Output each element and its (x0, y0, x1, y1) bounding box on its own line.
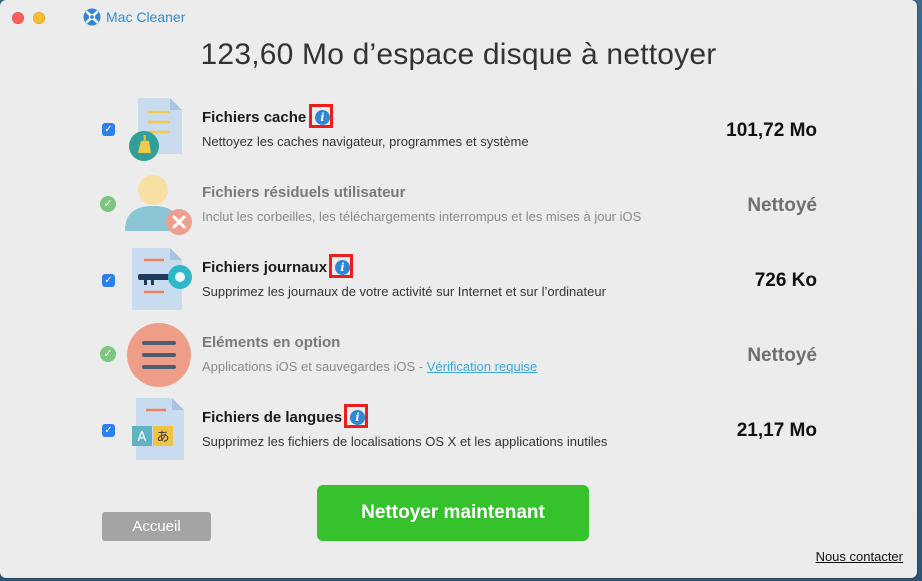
list-item-log-files: ✓ Fichiers journaux i Supprimez les jour… (0, 246, 917, 321)
app-title: Mac Cleaner (106, 9, 186, 25)
app-window: Mac Cleaner 123,60 Mo d’espace disque à … (0, 0, 917, 578)
close-window-button[interactable] (12, 12, 24, 24)
cleaned-check-icon: ✓ (100, 196, 116, 212)
svg-text:A: A (138, 430, 147, 445)
clean-now-button[interactable]: Nettoyer maintenant (317, 485, 589, 541)
row-status: Nettoyé (747, 195, 817, 216)
user-residual-icon (125, 175, 192, 235)
cleaned-check-icon: ✓ (100, 346, 116, 362)
row-title: Fichiers cache (202, 109, 307, 126)
home-button[interactable]: Accueil (102, 512, 211, 541)
svg-text:あ: あ (156, 430, 169, 445)
highlight-box: i (309, 104, 333, 128)
list-item-user-residual-files: ✓ Fichiers résiduels utilisateur Inclut … (0, 171, 917, 246)
row-description: Nettoyez les caches navigateur, programm… (202, 134, 529, 149)
cache-files-checkbox[interactable]: ✓ (102, 123, 115, 136)
verification-required-link[interactable]: Vérification requise (427, 359, 538, 374)
info-icon[interactable]: i (335, 260, 350, 275)
list-item-language-files: ✓ A あ Fichiers de langues i Supprimez le… (0, 396, 917, 471)
row-size: 21,17 Mo (736, 420, 817, 441)
mac-cleaner-logo-icon (83, 8, 101, 26)
log-files-checkbox[interactable]: ✓ (102, 274, 115, 287)
highlight-box: i (329, 254, 353, 278)
row-size: 101,72 Mo (726, 120, 817, 141)
row-description: Supprimez les fichiers de localisations … (202, 434, 608, 449)
row-description: Supprimez les journaux de votre activité… (202, 284, 606, 299)
optional-items-icon (127, 323, 191, 387)
list-item-optional-items: ✓ Eléments en option Applications iOS et… (0, 321, 917, 396)
minimize-window-button[interactable] (33, 12, 45, 24)
row-description: Inclut les corbeilles, les téléchargemen… (202, 209, 642, 224)
page-title: 123,60 Mo d’espace disque à nettoyer (200, 38, 717, 71)
info-icon[interactable]: i (350, 410, 365, 425)
contact-us-link[interactable]: Nous contacter (816, 549, 903, 564)
title-bar: Mac Cleaner (0, 0, 917, 34)
row-title: Fichiers de langues (202, 409, 343, 426)
list-item-cache-files: ✓ Fichiers cache i Nettoyez les caches n… (0, 96, 917, 171)
info-icon[interactable]: i (315, 110, 330, 125)
row-title: Fichiers résiduels utilisateur (202, 184, 406, 201)
row-description: Applications iOS et sauvegardes iOS - Vé… (202, 359, 537, 374)
log-files-icon (132, 248, 192, 310)
row-title: Eléments en option (202, 334, 341, 351)
language-files-icon: A あ (132, 398, 184, 460)
row-status: Nettoyé (747, 345, 817, 366)
row-title: Fichiers journaux (202, 259, 328, 276)
row-description-text: Applications iOS et sauvegardes iOS - (202, 359, 427, 374)
cache-files-icon (129, 98, 182, 161)
language-files-checkbox[interactable]: ✓ (102, 424, 115, 437)
highlight-box: i (344, 404, 368, 428)
row-size: 726 Ko (754, 270, 817, 291)
